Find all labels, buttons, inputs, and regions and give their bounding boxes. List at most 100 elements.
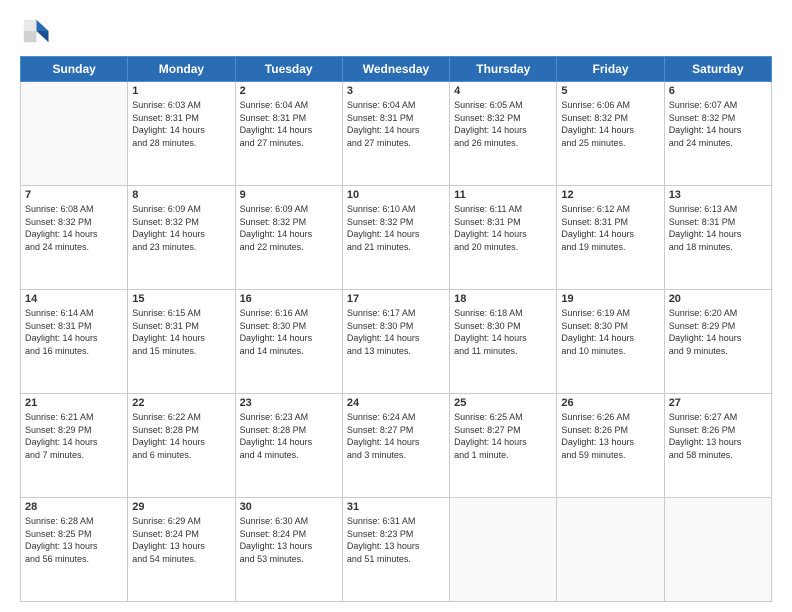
day-number: 23	[240, 397, 338, 409]
day-number: 13	[669, 189, 767, 201]
calendar-cell: 2 Sunrise: 6:04 AM Sunset: 8:31 PM Daylig…	[235, 82, 342, 186]
day-info: Sunrise: 6:04 AM Sunset: 8:31 PM Dayligh…	[347, 99, 445, 149]
day-info: Sunrise: 6:28 AM Sunset: 8:25 PM Dayligh…	[25, 515, 123, 565]
calendar-cell: 10Sunrise: 6:10 AM Sunset: 8:32 PM Dayli…	[342, 186, 449, 290]
day-info: Sunrise: 6:03 AM Sunset: 8:31 PM Dayligh…	[132, 99, 230, 149]
calendar-header-friday: Friday	[557, 57, 664, 82]
calendar-cell: 30 Sunrise: 6:30 AM Sunset: 8:24 PM Dayli…	[235, 498, 342, 602]
calendar-cell	[450, 498, 557, 602]
day-number: 6	[669, 85, 767, 97]
calendar-cell: 24 Sunrise: 6:24 AM Sunset: 8:27 PM Dayli…	[342, 394, 449, 498]
calendar-cell: 1 Sunrise: 6:03 AM Sunset: 8:31 PM Daylig…	[128, 82, 235, 186]
day-info: Sunrise: 6:23 AM Sunset: 8:28 PM Dayligh…	[240, 411, 338, 461]
calendar-cell: 8 Sunrise: 6:09 AM Sunset: 8:32 PM Daylig…	[128, 186, 235, 290]
header	[20, 16, 772, 46]
day-info: Sunrise: 6:11 AM Sunset: 8:31 PM Dayligh…	[454, 203, 552, 253]
day-number: 30	[240, 501, 338, 513]
day-info: Sunrise: 6:27 AM Sunset: 8:26 PM Dayligh…	[669, 411, 767, 461]
day-number: 31	[347, 501, 445, 513]
calendar-cell	[557, 498, 664, 602]
day-info: Sunrise: 6:24 AM Sunset: 8:27 PM Dayligh…	[347, 411, 445, 461]
calendar-cell: 27Sunrise: 6:27 AM Sunset: 8:26 PM Dayli…	[664, 394, 771, 498]
day-number: 4	[454, 85, 552, 97]
day-number: 10	[347, 189, 445, 201]
day-number: 2	[240, 85, 338, 97]
calendar-week-2: 7Sunrise: 6:08 AM Sunset: 8:32 PM Daylig…	[21, 186, 772, 290]
day-number: 17	[347, 293, 445, 305]
calendar-cell: 4Sunrise: 6:05 AM Sunset: 8:32 PM Daylig…	[450, 82, 557, 186]
calendar-cell: 21 Sunrise: 6:21 AM Sunset: 8:29 PM Dayli…	[21, 394, 128, 498]
day-number: 9	[240, 189, 338, 201]
calendar-week-3: 14Sunrise: 6:14 AM Sunset: 8:31 PM Dayli…	[21, 290, 772, 394]
day-info: Sunrise: 6:16 AM Sunset: 8:30 PM Dayligh…	[240, 307, 338, 357]
calendar-cell: 7Sunrise: 6:08 AM Sunset: 8:32 PM Daylig…	[21, 186, 128, 290]
day-number: 26	[561, 397, 659, 409]
calendar-week-4: 21 Sunrise: 6:21 AM Sunset: 8:29 PM Dayli…	[21, 394, 772, 498]
calendar-cell: 13 Sunrise: 6:13 AM Sunset: 8:31 PM Dayli…	[664, 186, 771, 290]
day-number: 18	[454, 293, 552, 305]
calendar-cell: 5 Sunrise: 6:06 AM Sunset: 8:32 PM Daylig…	[557, 82, 664, 186]
calendar-header-sunday: Sunday	[21, 57, 128, 82]
calendar-header-saturday: Saturday	[664, 57, 771, 82]
day-number: 25	[454, 397, 552, 409]
calendar-cell: 22Sunrise: 6:22 AM Sunset: 8:28 PM Dayli…	[128, 394, 235, 498]
day-number: 11	[454, 189, 552, 201]
calendar-cell: 20Sunrise: 6:20 AM Sunset: 8:29 PM Dayli…	[664, 290, 771, 394]
calendar-table: SundayMondayTuesdayWednesdayThursdayFrid…	[20, 56, 772, 602]
calendar-cell: 25 Sunrise: 6:25 AM Sunset: 8:27 PM Dayli…	[450, 394, 557, 498]
calendar-cell: 15 Sunrise: 6:15 AM Sunset: 8:31 PM Dayli…	[128, 290, 235, 394]
calendar-cell	[21, 82, 128, 186]
calendar-header-monday: Monday	[128, 57, 235, 82]
calendar-cell: 17 Sunrise: 6:17 AM Sunset: 8:30 PM Dayli…	[342, 290, 449, 394]
day-info: Sunrise: 6:30 AM Sunset: 8:24 PM Dayligh…	[240, 515, 338, 565]
calendar-cell: 23 Sunrise: 6:23 AM Sunset: 8:28 PM Dayli…	[235, 394, 342, 498]
calendar-header-wednesday: Wednesday	[342, 57, 449, 82]
calendar-cell: 11 Sunrise: 6:11 AM Sunset: 8:31 PM Dayli…	[450, 186, 557, 290]
day-info: Sunrise: 6:21 AM Sunset: 8:29 PM Dayligh…	[25, 411, 123, 461]
day-number: 19	[561, 293, 659, 305]
day-number: 21	[25, 397, 123, 409]
page: SundayMondayTuesdayWednesdayThursdayFrid…	[0, 0, 792, 612]
day-number: 8	[132, 189, 230, 201]
day-info: Sunrise: 6:25 AM Sunset: 8:27 PM Dayligh…	[454, 411, 552, 461]
day-number: 1	[132, 85, 230, 97]
calendar-cell: 31 Sunrise: 6:31 AM Sunset: 8:23 PM Dayli…	[342, 498, 449, 602]
calendar-header-thursday: Thursday	[450, 57, 557, 82]
day-info: Sunrise: 6:09 AM Sunset: 8:32 PM Dayligh…	[132, 203, 230, 253]
calendar-cell: 28 Sunrise: 6:28 AM Sunset: 8:25 PM Dayli…	[21, 498, 128, 602]
day-number: 12	[561, 189, 659, 201]
calendar-cell: 18 Sunrise: 6:18 AM Sunset: 8:30 PM Dayli…	[450, 290, 557, 394]
day-number: 22	[132, 397, 230, 409]
day-info: Sunrise: 6:06 AM Sunset: 8:32 PM Dayligh…	[561, 99, 659, 149]
calendar-week-1: 1 Sunrise: 6:03 AM Sunset: 8:31 PM Daylig…	[21, 82, 772, 186]
day-info: Sunrise: 6:18 AM Sunset: 8:30 PM Dayligh…	[454, 307, 552, 357]
calendar-cell: 6Sunrise: 6:07 AM Sunset: 8:32 PM Daylig…	[664, 82, 771, 186]
calendar-cell: 19Sunrise: 6:19 AM Sunset: 8:30 PM Dayli…	[557, 290, 664, 394]
day-number: 7	[25, 189, 123, 201]
day-info: Sunrise: 6:13 AM Sunset: 8:31 PM Dayligh…	[669, 203, 767, 253]
calendar-cell: 12 Sunrise: 6:12 AM Sunset: 8:31 PM Dayli…	[557, 186, 664, 290]
calendar-cell: 16Sunrise: 6:16 AM Sunset: 8:30 PM Dayli…	[235, 290, 342, 394]
day-number: 5	[561, 85, 659, 97]
day-info: Sunrise: 6:17 AM Sunset: 8:30 PM Dayligh…	[347, 307, 445, 357]
day-info: Sunrise: 6:09 AM Sunset: 8:32 PM Dayligh…	[240, 203, 338, 253]
day-number: 3	[347, 85, 445, 97]
day-info: Sunrise: 6:15 AM Sunset: 8:31 PM Dayligh…	[132, 307, 230, 357]
logo-icon	[20, 16, 50, 46]
calendar-week-5: 28 Sunrise: 6:28 AM Sunset: 8:25 PM Dayli…	[21, 498, 772, 602]
calendar-cell: 26 Sunrise: 6:26 AM Sunset: 8:26 PM Dayli…	[557, 394, 664, 498]
day-info: Sunrise: 6:26 AM Sunset: 8:26 PM Dayligh…	[561, 411, 659, 461]
day-info: Sunrise: 6:12 AM Sunset: 8:31 PM Dayligh…	[561, 203, 659, 253]
day-number: 28	[25, 501, 123, 513]
calendar-header-tuesday: Tuesday	[235, 57, 342, 82]
calendar-cell: 9 Sunrise: 6:09 AM Sunset: 8:32 PM Daylig…	[235, 186, 342, 290]
day-number: 14	[25, 293, 123, 305]
calendar-header-row: SundayMondayTuesdayWednesdayThursdayFrid…	[21, 57, 772, 82]
day-info: Sunrise: 6:04 AM Sunset: 8:31 PM Dayligh…	[240, 99, 338, 149]
day-info: Sunrise: 6:31 AM Sunset: 8:23 PM Dayligh…	[347, 515, 445, 565]
day-number: 24	[347, 397, 445, 409]
calendar-cell	[664, 498, 771, 602]
day-info: Sunrise: 6:20 AM Sunset: 8:29 PM Dayligh…	[669, 307, 767, 357]
calendar-cell: 14Sunrise: 6:14 AM Sunset: 8:31 PM Dayli…	[21, 290, 128, 394]
day-number: 15	[132, 293, 230, 305]
